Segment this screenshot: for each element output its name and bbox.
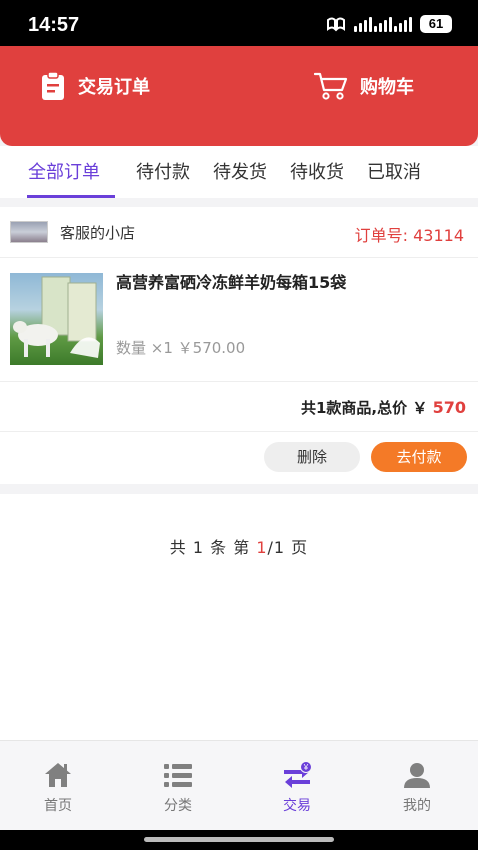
pagination-text: 共 1 条 第 1/1 页 xyxy=(0,534,478,558)
nav-home[interactable]: 首页 xyxy=(18,761,98,815)
status-time: 14:57 xyxy=(28,14,80,36)
trade-icon: ¥ xyxy=(284,761,312,788)
orders-header-label: 交易订单 xyxy=(78,77,150,98)
pagination-area: 共 1 条 第 1/1 页 xyxy=(0,494,478,740)
product-quantity-price: 数量 ×1 ￥570.00 xyxy=(116,339,246,357)
pagination-suffix: /1 页 xyxy=(267,538,309,557)
tab-pending-payment[interactable]: 待付款 xyxy=(136,158,190,184)
tab-cancelled[interactable]: 已取消 xyxy=(367,158,421,184)
shopping-cart-icon xyxy=(314,72,348,100)
product-title[interactable]: 高营养富硒冷冻鲜羊奶每箱15袋 xyxy=(116,269,346,293)
bottom-nav: 首页 分类 ¥ 交易 我的 xyxy=(0,740,478,830)
nav-trade-label: 交易 xyxy=(283,798,311,814)
battery-icon: 61 xyxy=(420,15,452,33)
nav-category[interactable]: 分类 xyxy=(138,761,218,815)
status-bar: 14:57 61 xyxy=(0,0,478,46)
shop-name[interactable]: 客服的小店 xyxy=(60,222,135,243)
pagination-prefix: 共 1 条 第 xyxy=(169,538,257,557)
shop-logo xyxy=(10,221,48,243)
tab-pending-receipt[interactable]: 待收货 xyxy=(290,158,344,184)
order-total-amount: 570 xyxy=(432,398,466,417)
order-status-tabs: 全部订单 待付款 待发货 待收货 已取消 xyxy=(0,146,478,198)
product-photo xyxy=(13,276,100,358)
nav-profile[interactable]: 我的 xyxy=(377,761,457,815)
cart-header-button[interactable]: 购物车 xyxy=(314,68,414,104)
home-icon xyxy=(45,763,71,787)
order-card: 客服的小店 订单号: 43114 高营养富硒冷冻鲜羊奶每箱15袋 数量 ×1 ￥… xyxy=(0,207,478,484)
clipboard-icon xyxy=(42,71,64,100)
home-indicator-area xyxy=(0,830,478,850)
order-number: 订单号: 43114 xyxy=(355,222,464,246)
order-number-label: 订单号: xyxy=(354,226,408,245)
user-icon xyxy=(404,763,430,788)
signal-icon xyxy=(354,16,412,32)
orders-header-button[interactable]: 交易订单 xyxy=(40,68,150,104)
home-indicator[interactable] xyxy=(144,837,334,842)
network-icon xyxy=(327,17,345,32)
delete-order-button[interactable]: 删除 xyxy=(264,442,360,472)
tab-all-orders[interactable]: 全部订单 xyxy=(28,158,100,184)
tab-pending-shipment[interactable]: 待发货 xyxy=(213,158,267,184)
header-bar: 交易订单 购物车 xyxy=(0,46,478,146)
order-number-value: 43114 xyxy=(413,226,464,245)
pagination-current-page: 1 xyxy=(256,538,268,557)
active-tab-indicator xyxy=(27,195,115,198)
list-icon xyxy=(164,764,192,787)
status-icons: 61 xyxy=(326,15,452,33)
divider xyxy=(0,431,478,432)
pay-order-button[interactable]: 去付款 xyxy=(371,442,467,472)
product-image[interactable] xyxy=(10,273,103,365)
nav-home-label: 首页 xyxy=(44,798,72,814)
svg-text:¥: ¥ xyxy=(303,763,309,772)
order-total: 共1款商品,总价 ￥ 570 xyxy=(301,397,466,418)
nav-profile-label: 我的 xyxy=(403,798,431,814)
order-total-label: 共1款商品,总价 ￥ xyxy=(301,399,428,417)
nav-category-label: 分类 xyxy=(164,798,192,814)
divider xyxy=(0,257,478,258)
divider xyxy=(0,381,478,382)
nav-trade[interactable]: ¥ 交易 xyxy=(257,761,337,815)
cart-header-label: 购物车 xyxy=(360,77,414,98)
